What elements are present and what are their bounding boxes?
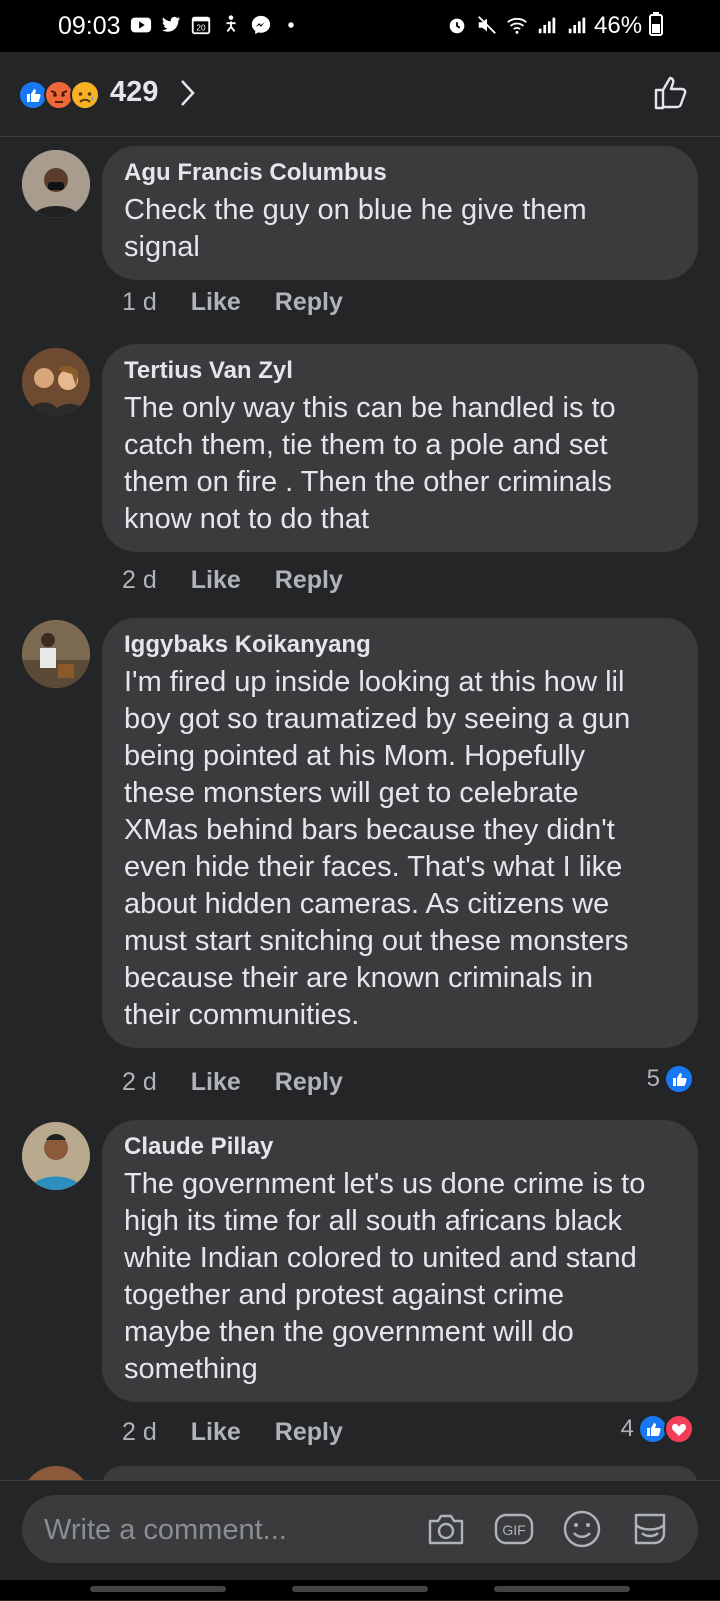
comment-author[interactable]: Claude Pillay [124,1132,676,1162]
messenger-icon [251,15,271,35]
comment-time[interactable]: 1 d [122,288,157,317]
comment-text: I'm fired up inside looking at this how … [124,666,631,1031]
comment-bubble[interactable]: Claude Pillay The government let's us do… [102,1120,698,1402]
battery-icon [648,12,663,36]
status-time: 09:03 [58,12,121,40]
comment-bubble[interactable]: Tertius Van Zyl The only way this can be… [102,344,698,552]
accessibility-icon [226,15,236,32]
reply-button[interactable]: Reply [275,288,343,317]
reaction-number: 5 [646,1065,660,1092]
comment-composer[interactable]: GIF [22,1495,698,1563]
comment-reaction-count[interactable]: 4 [621,1414,694,1444]
reaction-count: 429 [110,76,159,108]
svg-text:GIF: GIF [502,1522,525,1538]
signal-icon [568,17,586,34]
camera-icon[interactable] [424,1507,468,1551]
avatar[interactable] [22,150,90,218]
reaction-summary-bar[interactable]: 429 [0,52,720,137]
comment-author[interactable]: Agu Francis Columbus [124,158,676,188]
sticker-icon[interactable] [628,1507,672,1551]
comment-bubble[interactable]: Iggybaks Koikanyang I'm fired up inside … [102,618,698,1048]
status-right-icons [446,14,588,36]
comment-text: The only way this can be handled is to c… [124,392,616,535]
youtube-icon [130,17,152,33]
like-button[interactable]: Like [191,566,241,595]
battery-level: 46% [594,12,663,40]
mute-icon [478,16,496,34]
avatar[interactable] [22,348,90,416]
comment-bubble[interactable]: Agu Francis Columbus Check the guy on bl… [102,146,698,280]
comment-actions: 2 d Like Reply [122,566,343,595]
gif-icon[interactable]: GIF [492,1507,536,1551]
sad-reaction-icon [70,80,100,110]
calendar-icon: 20 [191,16,211,35]
status-bar: 09:03 20 46% [0,0,720,52]
like-button[interactable]: Like [191,1418,241,1447]
comment-input[interactable] [42,1505,406,1555]
like-button[interactable]: Like [191,1068,241,1097]
emoji-icon[interactable] [560,1507,604,1551]
comment-time[interactable]: 2 d [122,1068,157,1097]
reply-button[interactable]: Reply [275,566,343,595]
nav-recents[interactable] [90,1586,226,1592]
comment-time[interactable]: 2 d [122,1418,157,1447]
wifi-icon [507,17,527,34]
nav-back[interactable] [494,1586,630,1592]
comment-author[interactable]: Tertius Van Zyl [124,356,676,386]
system-nav-bar [0,1580,720,1600]
like-reaction-icon [664,1064,694,1094]
comment-text: Check the guy on blue he give them signa… [124,194,587,263]
love-reaction-icon [664,1414,694,1444]
comment-reaction-count[interactable]: 5 [647,1064,694,1094]
like-button[interactable]: Like [191,288,241,317]
chevron-right-icon[interactable] [178,78,198,108]
svg-text:20: 20 [196,24,206,33]
avatar[interactable] [22,620,90,688]
twitter-icon [161,16,181,32]
comment-time[interactable]: 2 d [122,566,157,595]
status-left-icons: 20 [130,14,302,36]
reply-button[interactable]: Reply [275,1418,343,1447]
thumbs-up-icon[interactable] [652,74,690,112]
signal-icon [538,17,556,34]
battery-percent: 46% [594,12,643,39]
comment-author[interactable]: Iggybaks Koikanyang [124,630,676,660]
comment-actions: 2 d Like Reply [122,1418,343,1447]
comment-actions: 1 d Like Reply [122,288,343,317]
reaction-number: 4 [620,1415,634,1442]
reply-button[interactable]: Reply [275,1068,343,1097]
dot-icon [288,22,294,28]
nav-home[interactable] [292,1586,428,1592]
alarm-icon [449,18,465,34]
avatar[interactable] [22,1122,90,1190]
comment-actions: 2 d Like Reply [122,1068,343,1097]
comment-text: The government let's us done crime is to… [124,1168,646,1385]
